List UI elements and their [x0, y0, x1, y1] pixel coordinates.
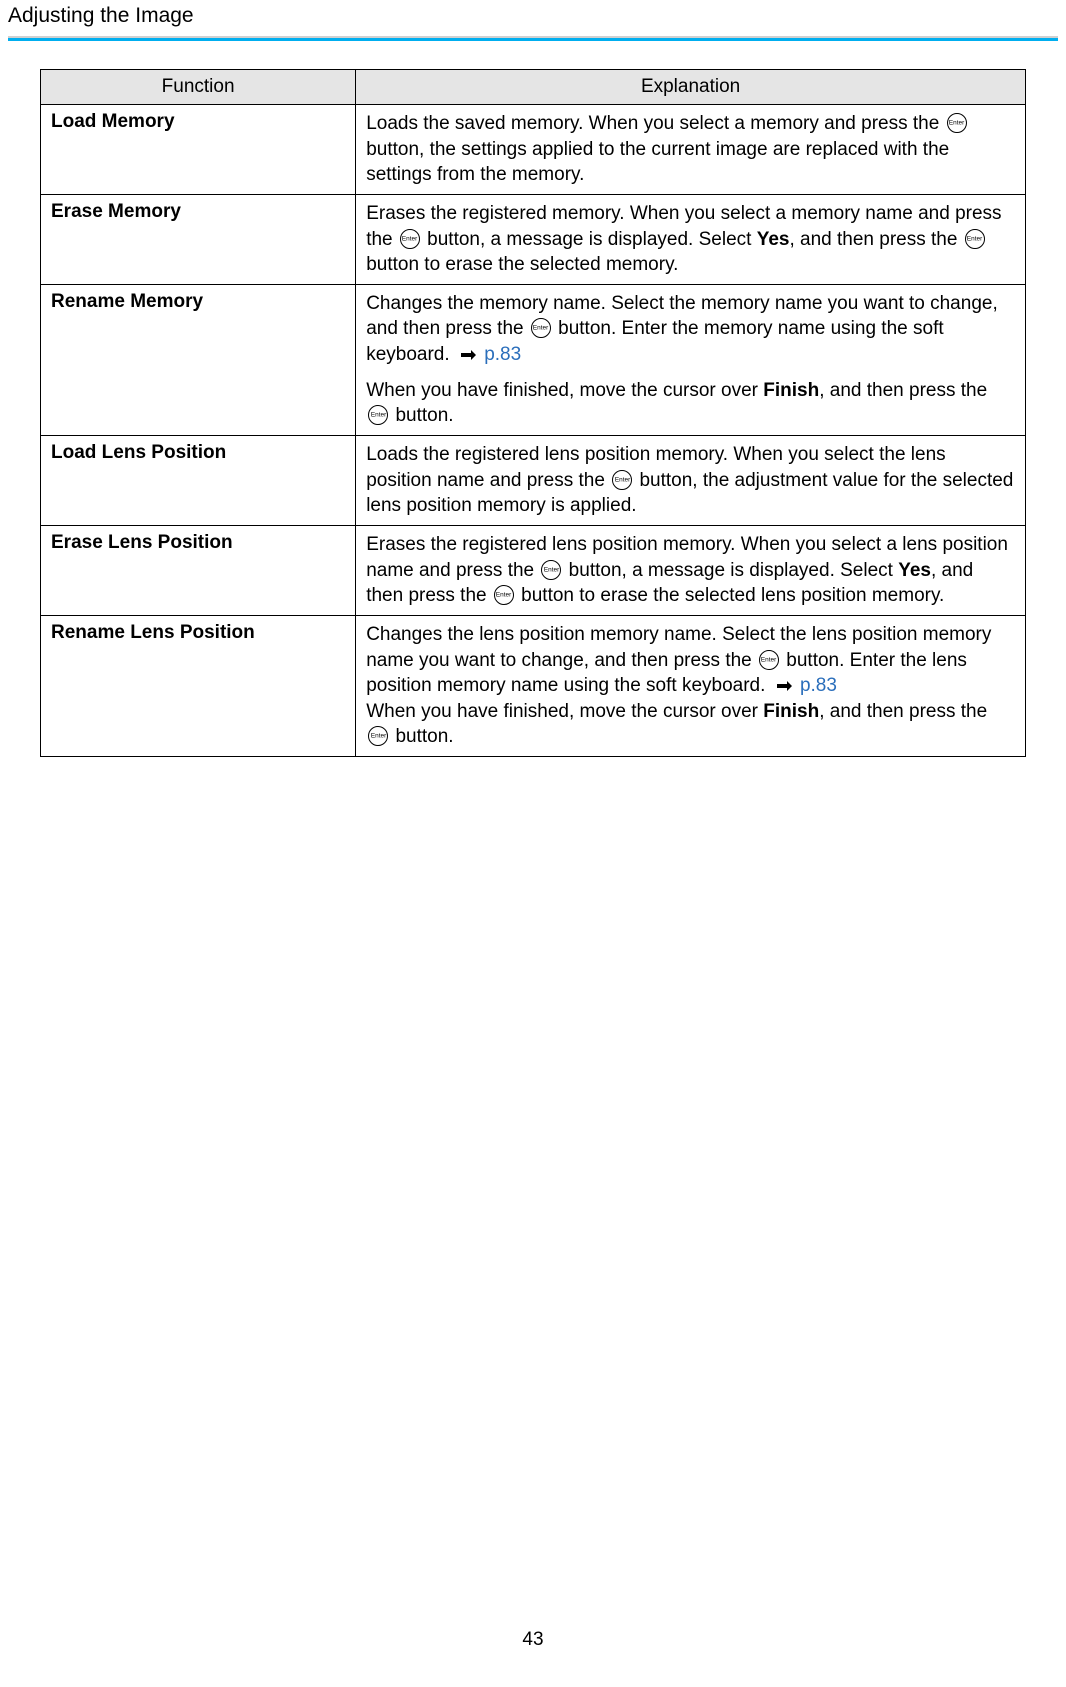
table-row: Erase Memory Erases the registered memor…: [41, 194, 1026, 284]
th-function: Function: [41, 70, 356, 105]
enter-button-icon: [400, 229, 420, 249]
func-name-rename-memory: Rename Memory: [41, 284, 356, 435]
enter-button-icon: [368, 405, 388, 425]
pointer-icon: [775, 679, 793, 693]
function-table: Function Explanation Load Memory Loads t…: [40, 69, 1026, 757]
enter-button-icon: [531, 318, 551, 338]
pointer-icon: [459, 348, 477, 362]
page-title: Adjusting the Image: [8, 4, 1058, 28]
func-name-erase-memory: Erase Memory: [41, 194, 356, 284]
header-rule-blue: [8, 38, 1058, 41]
table-row: Rename Lens Position Changes the lens po…: [41, 615, 1026, 756]
table-row: Load Lens Position Loads the registered …: [41, 436, 1026, 526]
explanation-rename-memory: Changes the memory name. Select the memo…: [356, 284, 1026, 435]
page-reference-link[interactable]: p.83: [800, 675, 837, 696]
func-name-load-memory: Load Memory: [41, 105, 356, 195]
func-name-erase-lens: Erase Lens Position: [41, 525, 356, 615]
explanation-load-lens: Loads the registered lens position memor…: [356, 436, 1026, 526]
table-row: Load Memory Loads the saved memory. When…: [41, 105, 1026, 195]
page-header: Adjusting the Image: [0, 0, 1066, 36]
table-row: Rename Memory Changes the memory name. S…: [41, 284, 1026, 435]
explanation-load-memory: Loads the saved memory. When you select …: [356, 105, 1026, 195]
th-explanation: Explanation: [356, 70, 1026, 105]
table-header-row: Function Explanation: [41, 70, 1026, 105]
content-area: Function Explanation Load Memory Loads t…: [0, 69, 1066, 757]
explanation-erase-memory: Erases the registered memory. When you s…: [356, 194, 1026, 284]
enter-button-icon: [541, 560, 561, 580]
func-name-load-lens: Load Lens Position: [41, 436, 356, 526]
enter-button-icon: [759, 650, 779, 670]
func-name-rename-lens: Rename Lens Position: [41, 615, 356, 756]
enter-button-icon: [494, 585, 514, 605]
enter-button-icon: [368, 726, 388, 746]
page-number: 43: [0, 1629, 1066, 1651]
enter-button-icon: [947, 113, 967, 133]
explanation-rename-lens: Changes the lens position memory name. S…: [356, 615, 1026, 756]
enter-button-icon: [965, 229, 985, 249]
page-reference-link[interactable]: p.83: [484, 344, 521, 365]
table-row: Erase Lens Position Erases the registere…: [41, 525, 1026, 615]
enter-button-icon: [612, 470, 632, 490]
explanation-erase-lens: Erases the registered lens position memo…: [356, 525, 1026, 615]
